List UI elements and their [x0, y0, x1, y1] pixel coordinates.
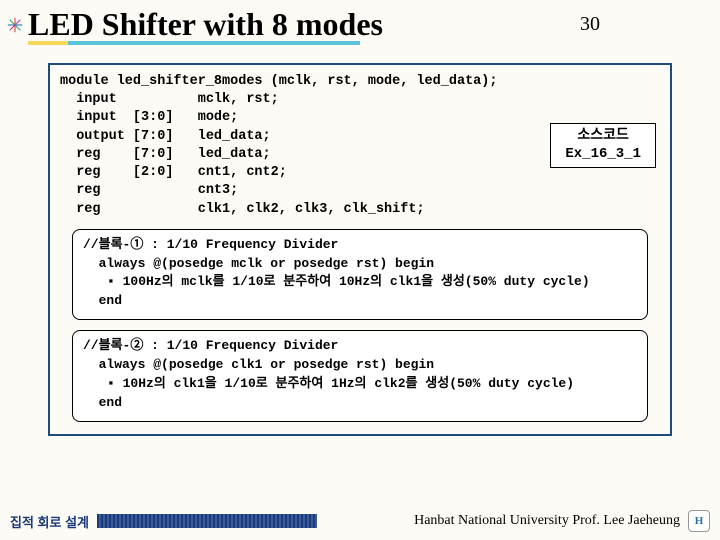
title-row: LED Shifter with 8 modes 30	[0, 0, 720, 43]
footer-bar	[97, 514, 317, 528]
block-1-always: always @(posedge mclk or posedge rst) be…	[83, 255, 637, 274]
source-label-line1: 소스코드	[565, 128, 641, 146]
block-2-always: always @(posedge clk1 or posedge rst) be…	[83, 356, 637, 375]
block-2-end: end	[83, 394, 637, 413]
page-title: LED Shifter with 8 modes	[28, 6, 383, 43]
block-2-box: //블록-② : 1/10 Frequency Divider always @…	[72, 330, 648, 421]
block-1-box: //블록-① : 1/10 Frequency Divider always @…	[72, 229, 648, 320]
bullet-icon	[6, 16, 24, 34]
code-frame: module led_shifter_8modes (mclk, rst, mo…	[48, 63, 672, 436]
source-code-label-box: 소스코드 Ex_16_3_1	[550, 123, 656, 168]
page-number: 30	[580, 13, 600, 36]
block-2-bullet: 10Hz의 clk1을 1/10로 분주하여 1Hz의 clk2를 생성(50%…	[83, 375, 637, 394]
footer-right-text: Hanbat National University Prof. Lee Jae…	[414, 513, 680, 529]
block-1-end: end	[83, 292, 637, 311]
footer: 집적 회로 설계 Hanbat National University Prof…	[0, 510, 720, 532]
source-label-line2: Ex_16_3_1	[565, 146, 641, 164]
block-1-header: //블록-① : 1/10 Frequency Divider	[83, 236, 637, 255]
block-1-bullet: 100Hz의 mclk를 1/10로 분주하여 10Hz의 clk1을 생성(5…	[83, 273, 637, 292]
footer-left-text: 집적 회로 설계	[10, 512, 89, 531]
block-2-header: //블록-② : 1/10 Frequency Divider	[83, 337, 637, 356]
university-logo-icon: H	[688, 510, 710, 532]
